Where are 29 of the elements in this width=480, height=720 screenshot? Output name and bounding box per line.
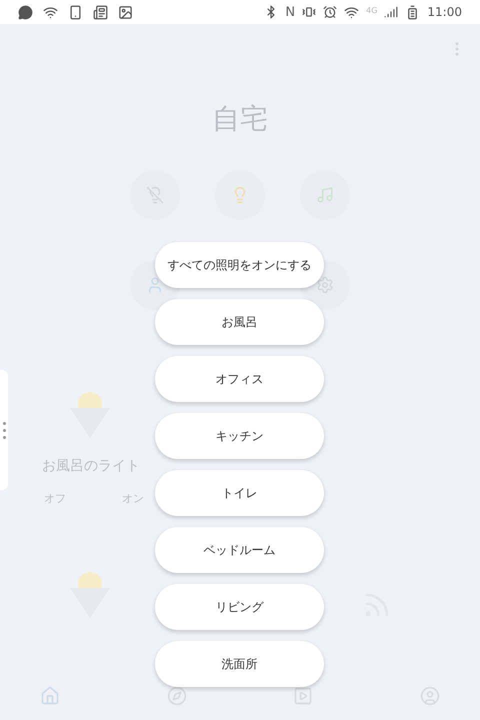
lamp-icon — [67, 570, 113, 620]
music-note-icon — [316, 186, 334, 204]
lamp-icon — [67, 390, 113, 440]
image-icon — [118, 4, 133, 20]
menu-button[interactable]: キッチン — [155, 413, 324, 459]
person-icon — [146, 276, 164, 294]
side-handle[interactable] — [0, 370, 8, 490]
menu-button[interactable]: 洗面所 — [155, 641, 324, 687]
menu-button[interactable]: トイレ — [155, 470, 324, 516]
menu-button[interactable]: リビング — [155, 584, 324, 630]
alarm-icon — [323, 5, 338, 19]
clock: 11:00 — [427, 4, 462, 21]
wifi-icon — [43, 4, 58, 20]
menu-button[interactable]: オフィス — [155, 356, 324, 402]
vibrate-icon — [302, 5, 316, 19]
signal-icon — [384, 5, 398, 19]
news-icon — [93, 4, 108, 20]
menu-button[interactable]: お風呂 — [155, 299, 324, 345]
gear-icon — [316, 276, 334, 294]
wifi-icon — [344, 4, 360, 20]
nfc-indicator: N — [285, 6, 296, 18]
menu-button[interactable]: ベッドルーム — [155, 527, 324, 573]
phone-icon — [68, 4, 83, 20]
compass-icon[interactable] — [166, 686, 187, 706]
home-icon[interactable] — [40, 686, 60, 706]
menu-button[interactable]: すべての照明をオンにする — [155, 242, 324, 288]
chat-icon — [18, 4, 33, 20]
network-type: 4G — [366, 5, 378, 17]
play-icon[interactable] — [293, 686, 314, 706]
